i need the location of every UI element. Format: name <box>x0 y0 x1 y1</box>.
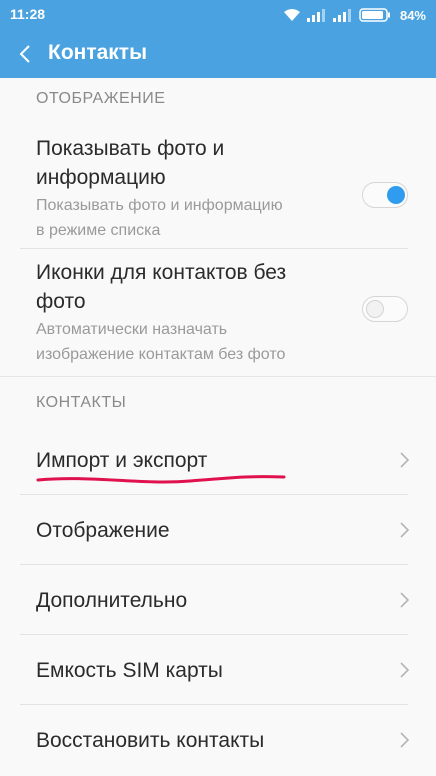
menu-item-label: Дополнительно <box>36 589 188 612</box>
chevron-right-icon <box>400 732 410 748</box>
setting-icons-no-photo[interactable]: Иконки для контактов без фото Автоматиче… <box>0 252 436 372</box>
page-title: Контакты <box>48 41 148 64</box>
section-header-contacts: КОНТАКТЫ <box>36 394 127 411</box>
chevron-left-icon <box>19 45 30 63</box>
menu-item-display[interactable]: Отображение <box>0 496 436 564</box>
chevron-right-icon <box>400 522 410 538</box>
app-bar: Контакты <box>0 30 436 78</box>
chevron-right-icon <box>400 662 410 678</box>
chevron-right-icon <box>400 592 410 608</box>
setting-show-photo-info[interactable]: Показывать фото и информацию Показывать … <box>0 128 436 248</box>
back-button[interactable] <box>12 40 38 68</box>
setting-title-line2: фото <box>36 290 86 313</box>
status-bar: 11:28 84% <box>0 0 436 30</box>
setting-subtitle-line1: Автоматически назначать <box>36 321 228 338</box>
setting-title-line1: Показывать фото и <box>36 137 225 160</box>
signal-icon <box>306 9 325 22</box>
divider <box>20 634 408 635</box>
menu-item-label: Импорт и экспорт <box>36 449 208 472</box>
menu-item-restore-contacts[interactable]: Восстановить контакты <box>0 706 436 774</box>
status-icons: 84% <box>283 6 426 24</box>
signal-icon-2 <box>332 9 351 22</box>
menu-item-label: Восстановить контакты <box>36 729 265 752</box>
battery-icon <box>359 8 390 22</box>
menu-item-advanced[interactable]: Дополнительно <box>0 566 436 634</box>
toggle-knob <box>366 300 384 318</box>
setting-title-line2: информацию <box>36 166 166 189</box>
setting-title-line1: Иконки для контактов без <box>36 261 287 284</box>
setting-subtitle-line2: в режиме списка <box>36 222 161 239</box>
menu-item-label: Отображение <box>36 519 170 542</box>
toggle-knob <box>387 186 405 204</box>
section-divider <box>0 376 436 377</box>
wifi-icon <box>283 9 300 21</box>
icons-no-photo-toggle[interactable] <box>362 296 408 322</box>
settings-list: ОТОБРАЖЕНИЕ Показывать фото и информацию… <box>0 78 436 776</box>
chevron-right-icon <box>400 452 410 468</box>
show-photo-toggle[interactable] <box>362 182 408 208</box>
menu-item-label: Емкость SIM карты <box>36 659 223 682</box>
divider <box>20 564 408 565</box>
menu-item-import-export[interactable]: Импорт и экспорт <box>0 428 436 494</box>
setting-subtitle-line1: Показывать фото и информацию <box>36 197 283 214</box>
divider <box>20 248 408 249</box>
menu-item-sim-capacity[interactable]: Емкость SIM карты <box>0 636 436 704</box>
status-time: 11:28 <box>10 6 46 22</box>
divider <box>20 704 408 705</box>
section-header-display: ОТОБРАЖЕНИЕ <box>36 90 166 107</box>
setting-subtitle-line2: изображение контактам без фото <box>36 346 286 363</box>
divider <box>20 494 408 495</box>
battery-percent: 84% <box>399 7 426 23</box>
